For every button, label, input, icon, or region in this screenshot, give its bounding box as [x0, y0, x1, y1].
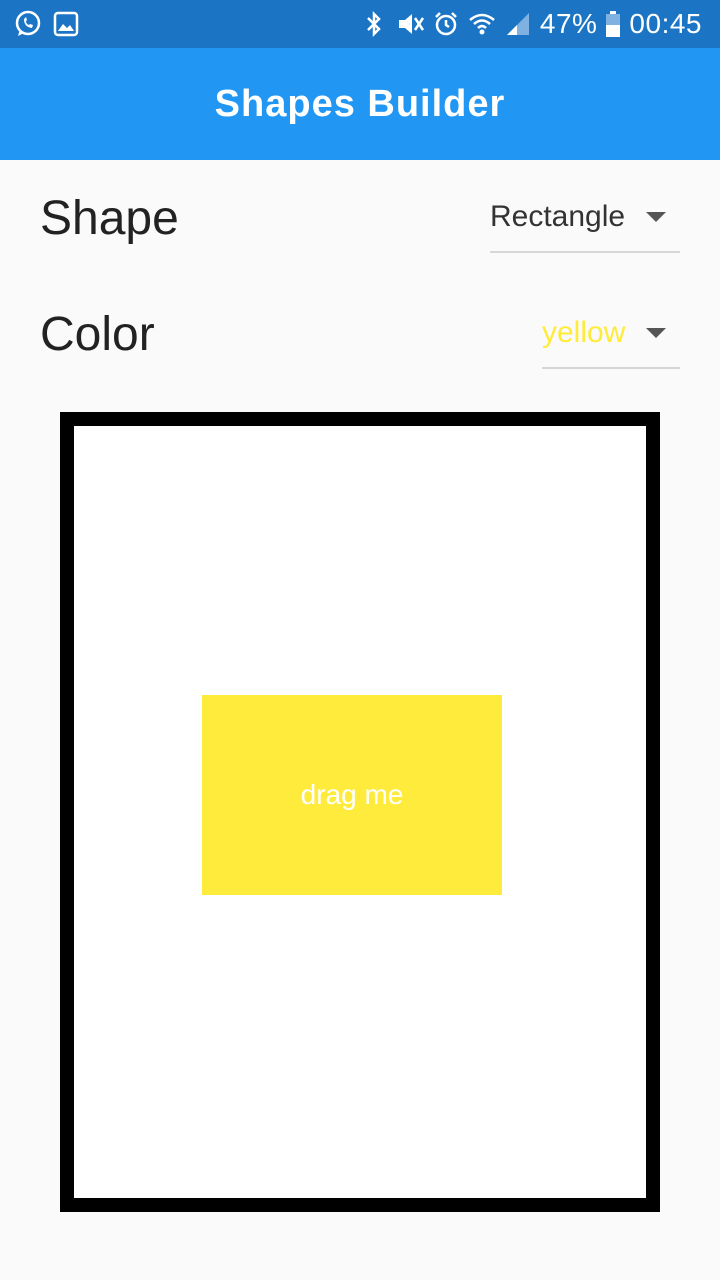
- shape-dropdown-value: Rectangle: [490, 200, 626, 233]
- clock: 00:45: [629, 8, 702, 39]
- shape-label: Shape: [40, 191, 179, 245]
- mute-icon: [396, 10, 424, 38]
- drawing-canvas: drag me: [60, 412, 660, 1212]
- dropdown-arrow-icon: [646, 212, 666, 222]
- bluetooth-icon: [360, 10, 388, 38]
- status-left: [14, 10, 80, 38]
- alarm-icon: [432, 10, 460, 38]
- wifi-icon: [468, 10, 496, 38]
- color-dropdown[interactable]: yellow: [542, 299, 680, 369]
- battery-percent: 47%: [539, 8, 598, 39]
- gallery-icon: [52, 10, 80, 38]
- battery-icon: [605, 10, 621, 38]
- shape-row: Shape Rectangle: [40, 178, 680, 258]
- dropdown-arrow-icon: [646, 328, 666, 338]
- whatsapp-icon: [14, 10, 42, 38]
- status-right: 47% 00:45: [360, 8, 702, 40]
- draggable-shape[interactable]: drag me: [202, 695, 502, 895]
- color-label: Color: [40, 307, 155, 361]
- app-title: Shapes Builder: [214, 82, 506, 125]
- color-row: Color yellow: [40, 294, 680, 374]
- status-bar: 47% 00:45: [0, 0, 720, 48]
- signal-icon: [504, 10, 532, 38]
- color-dropdown-value: yellow: [542, 316, 626, 349]
- drag-me-label: drag me: [300, 779, 404, 810]
- shape-dropdown[interactable]: Rectangle: [490, 183, 680, 253]
- app-bar: Shapes Builder: [0, 48, 720, 160]
